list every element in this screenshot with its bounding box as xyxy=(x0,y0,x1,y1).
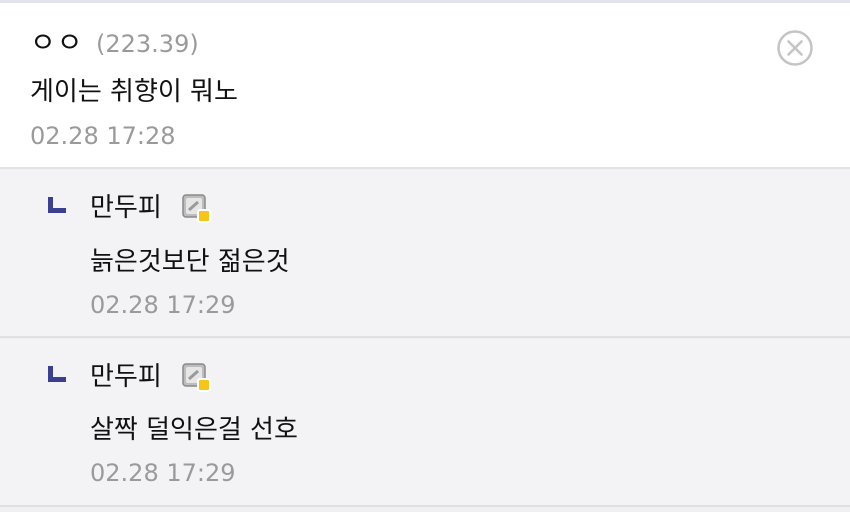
close-icon[interactable] xyxy=(776,29,814,67)
comment-item: ㅇㅇ (223.39) 게이는 취향이 뭐노 02.28 17:28 xyxy=(0,3,850,169)
comment-ip: (223.39) xyxy=(96,30,199,58)
comment-nickname[interactable]: ㅇㅇ xyxy=(30,25,84,61)
reply-item: 만두피 늙은것보단 젊은것 02.28 17:29 xyxy=(0,170,850,338)
gallog-icon[interactable] xyxy=(182,194,212,224)
reply-nickname[interactable]: 만두피 xyxy=(90,191,162,225)
reply-nickname[interactable]: 만두피 xyxy=(90,360,162,394)
reply-item: 만두피 살짝 덜익은걸 선호 02.28 17:29 xyxy=(0,339,850,507)
comment-time: 02.28 17:28 xyxy=(30,122,176,150)
reply-text: 살짝 덜익은걸 선호 xyxy=(90,415,298,445)
reply-corner-icon xyxy=(48,197,66,213)
comment-text: 게이는 취향이 뭐노 xyxy=(30,77,238,107)
reply-time: 02.28 17:29 xyxy=(90,459,236,487)
gallog-icon[interactable] xyxy=(182,363,212,393)
reply-text: 늙은것보단 젊은것 xyxy=(90,247,290,277)
reply-time: 02.28 17:29 xyxy=(90,291,236,319)
reply-corner-icon xyxy=(48,366,66,382)
